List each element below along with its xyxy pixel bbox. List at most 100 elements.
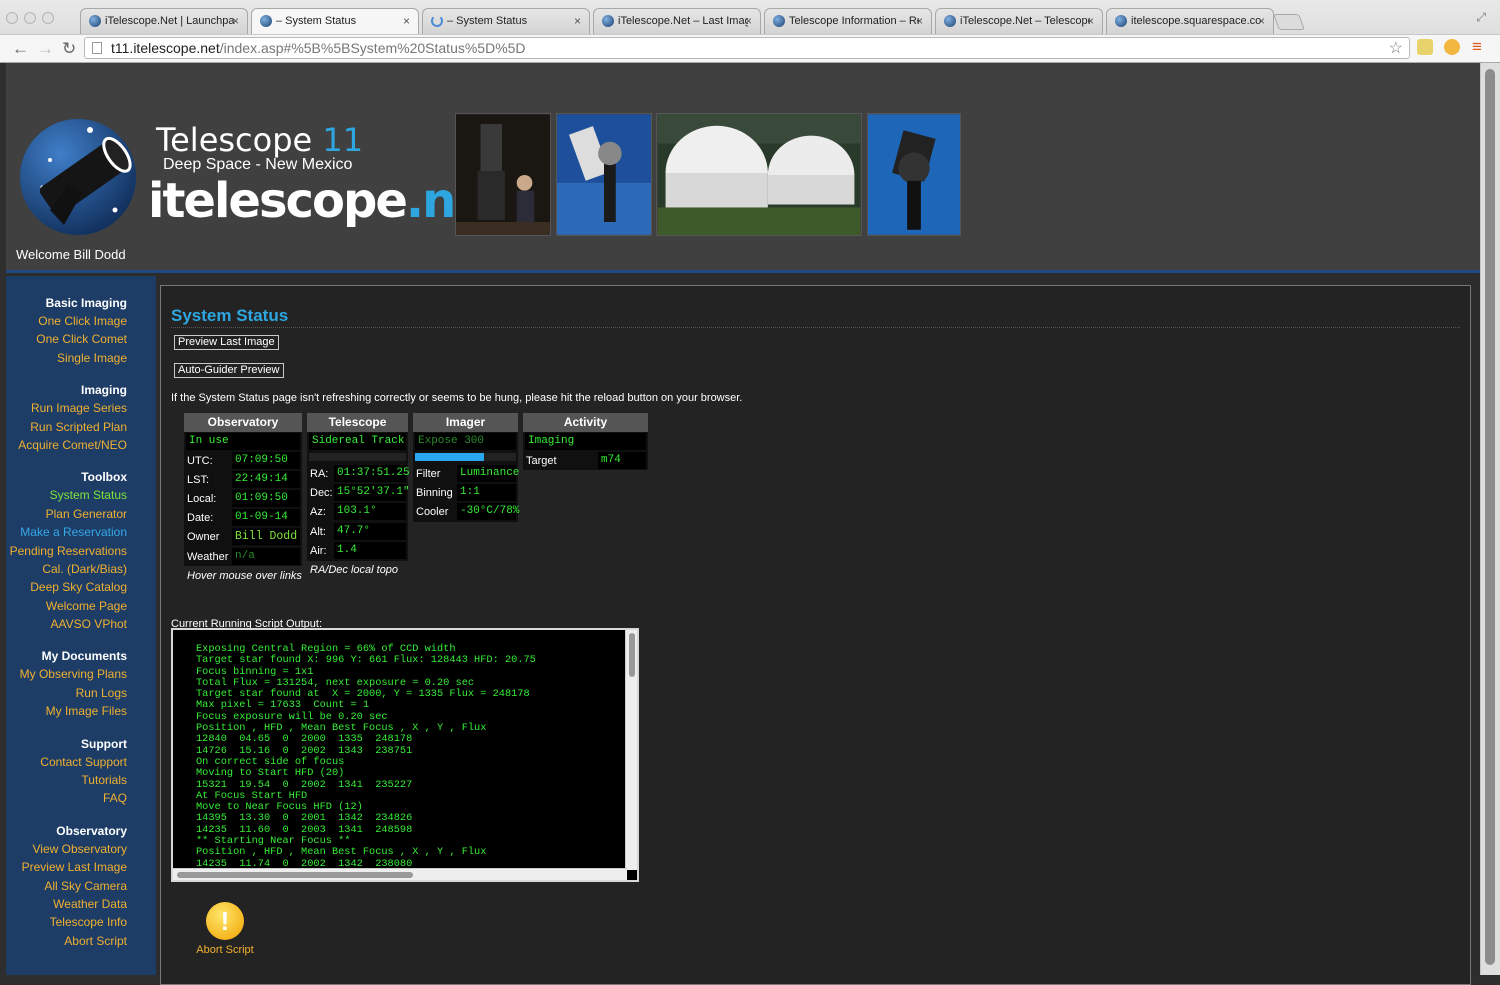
sidebar-item-contact-support[interactable]: Contact Support — [6, 753, 156, 771]
sidebar-item-faq[interactable]: FAQ — [6, 789, 156, 807]
sidebar-item-telescope-info[interactable]: Telescope Info — [6, 913, 156, 931]
sidebar-item-pending-reservations[interactable]: Pending Reservations — [6, 542, 156, 560]
sidebar-item-welcome-page[interactable]: Welcome Page — [6, 597, 156, 615]
sidebar-item-view-observatory[interactable]: View Observatory — [6, 840, 156, 858]
console-hscroll-thumb[interactable] — [177, 872, 413, 878]
lst-label: LST: — [187, 474, 210, 486]
sidebar-item-cal-dark-bias[interactable]: Cal. (Dark/Bias) — [6, 560, 156, 578]
weather-label: Weather — [187, 551, 229, 563]
close-tab-icon[interactable]: × — [745, 14, 752, 28]
tab-telescope[interactable]: iTelescope.Net – Telescope × — [935, 8, 1103, 34]
tab-system-status-loading[interactable]: – System Status × — [422, 8, 590, 34]
forward-button[interactable]: → — [37, 39, 54, 59]
warning-icon[interactable]: ! — [206, 902, 244, 940]
window-controls — [6, 11, 60, 29]
page-scrollbar[interactable] — [1480, 63, 1500, 975]
close-tab-icon[interactable]: × — [1258, 14, 1265, 28]
sidebar-heading: Observatory — [56, 823, 127, 838]
az-label: Az: — [310, 506, 326, 518]
abort-script-label[interactable]: Abort Script — [193, 944, 257, 956]
extension-badge-icon[interactable] — [1444, 39, 1460, 55]
minimize-window-button[interactable] — [24, 12, 36, 24]
sidebar-item-abort-script[interactable]: Abort Script — [6, 932, 156, 950]
close-window-button[interactable] — [6, 12, 18, 24]
close-tab-icon[interactable]: × — [916, 14, 923, 28]
sidebar-item-deep-sky-catalog[interactable]: Deep Sky Catalog — [6, 578, 156, 596]
sidebar-item-one-click-comet[interactable]: One Click Comet — [6, 330, 156, 348]
preview-last-image-button[interactable]: Preview Last Image — [174, 332, 279, 350]
address-bar[interactable]: t11.itelescope.net/index.asp#%5B%5BSyste… — [84, 37, 1410, 59]
local-value: 01:09:50 — [232, 490, 300, 507]
tab-telescope-information[interactable]: Telescope Information – Rea × — [764, 8, 932, 34]
page-scroll-thumb[interactable] — [1485, 69, 1495, 965]
sidebar-item-preview-last-image[interactable]: Preview Last Image — [6, 858, 156, 876]
observatory-photo-scope — [867, 113, 961, 236]
page-title: System Status — [171, 306, 1460, 328]
bookmark-star-icon[interactable]: ☆ — [1389, 38, 1403, 58]
sidebar-item-plan-generator[interactable]: Plan Generator — [6, 505, 156, 523]
reload-button[interactable]: ↻ — [62, 39, 76, 59]
sidebar-item-weather-data[interactable]: Weather Data — [6, 895, 156, 913]
observatory-status: In use — [186, 433, 300, 450]
browser-chrome: iTelescope.Net | Launchpad × – System Sta… — [0, 0, 1500, 63]
tab-launchpad[interactable]: iTelescope.Net | Launchpad × — [80, 8, 248, 34]
sidebar-item-all-sky-camera[interactable]: All Sky Camera — [6, 877, 156, 895]
close-tab-icon[interactable]: × — [232, 14, 239, 28]
sidebar-item-make-a-reservation[interactable]: Make a Reservation — [6, 523, 156, 541]
utc-label: UTC: — [187, 455, 213, 467]
utc-value: 07:09:50 — [232, 452, 300, 469]
sidebar-item-single-image[interactable]: Single Image — [6, 349, 156, 367]
date-value: 01-09-14 — [232, 509, 300, 526]
script-output-text: Exposing Central Region = 66% of CCD wid… — [196, 643, 536, 870]
console-vertical-scrollbar[interactable] — [625, 630, 637, 870]
abort-script-button[interactable]: ! Abort Script — [193, 902, 257, 956]
close-tab-icon[interactable]: × — [574, 14, 581, 28]
site-header: Telescope 11 Deep Space - New Mexico ite… — [6, 63, 1480, 273]
lst-value: 22:49:14 — [232, 471, 300, 488]
preview-last-image-button-label[interactable]: Preview Last Image — [174, 335, 279, 350]
sidebar-item-run-image-series[interactable]: Run Image Series — [6, 399, 156, 417]
sidebar-heading: Basic Imaging — [45, 296, 127, 310]
auto-guider-preview-button[interactable]: Auto-Guider Preview — [174, 360, 284, 378]
sidebar-item-run-logs[interactable]: Run Logs — [6, 684, 156, 702]
observatory-photo-telescope — [455, 113, 551, 236]
sidebar-item-tutorials[interactable]: Tutorials — [6, 771, 156, 789]
dec-label: Dec: — [310, 487, 333, 499]
sidebar-item-my-observing-plans[interactable]: My Observing Plans — [6, 665, 156, 683]
owner-link[interactable]: Bill Dodd — [232, 528, 300, 545]
back-button[interactable]: ← — [12, 39, 29, 59]
sidebar-section: Observatory View Observatory Preview Last … — [6, 822, 156, 950]
tab-last-image[interactable]: iTelescope.Net – Last Image × — [593, 8, 761, 34]
sidebar-item-my-image-files[interactable]: My Image Files — [6, 702, 156, 720]
filter-value: Luminance — [457, 465, 519, 482]
extension-notes-icon[interactable] — [1417, 39, 1433, 55]
weather-value: n/a — [232, 548, 300, 565]
ra-value: 01:37:51.25 — [334, 465, 410, 482]
telescope-progress-bar — [309, 453, 406, 461]
sidebar-heading: Toolbox — [81, 470, 127, 485]
tab-system-status[interactable]: – System Status × — [251, 8, 419, 36]
console-scroll-thumb[interactable] — [629, 633, 635, 677]
telescope-favicon-icon — [773, 15, 785, 27]
sidebar-item-one-click-image[interactable]: One Click Image — [6, 312, 156, 330]
sidebar-item-aavso-vphot[interactable]: AAVSO VPhot — [6, 615, 156, 633]
sidebar-item-system-status[interactable]: System Status — [6, 486, 156, 504]
fullscreen-icon[interactable]: ⤢ — [1476, 10, 1486, 25]
observatory-heading: Observatory — [184, 413, 302, 432]
air-value: 1.4 — [334, 542, 406, 559]
close-tab-icon[interactable]: × — [403, 14, 410, 28]
console-horizontal-scrollbar[interactable] — [173, 868, 627, 880]
auto-guider-preview-button-label[interactable]: Auto-Guider Preview — [174, 363, 284, 378]
script-output-console[interactable]: Exposing Central Region = 66% of CCD wid… — [171, 628, 639, 882]
menu-icon[interactable]: ≡ — [1472, 37, 1482, 57]
telescope-favicon-icon — [89, 15, 101, 27]
tab-squarespace[interactable]: itelescope.squarespace.com × — [1106, 8, 1274, 34]
imager-heading: Imager — [413, 413, 518, 432]
zoom-window-button[interactable] — [42, 12, 54, 24]
cooler-label: Cooler — [416, 506, 449, 518]
activity-heading: Activity — [523, 413, 648, 432]
new-tab-button[interactable] — [1273, 14, 1305, 30]
sidebar-item-run-scripted-plan[interactable]: Run Scripted Plan — [6, 418, 156, 436]
close-tab-icon[interactable]: × — [1087, 14, 1094, 28]
sidebar-item-acquire-comet-neo[interactable]: Acquire Comet/NEO — [6, 436, 156, 454]
